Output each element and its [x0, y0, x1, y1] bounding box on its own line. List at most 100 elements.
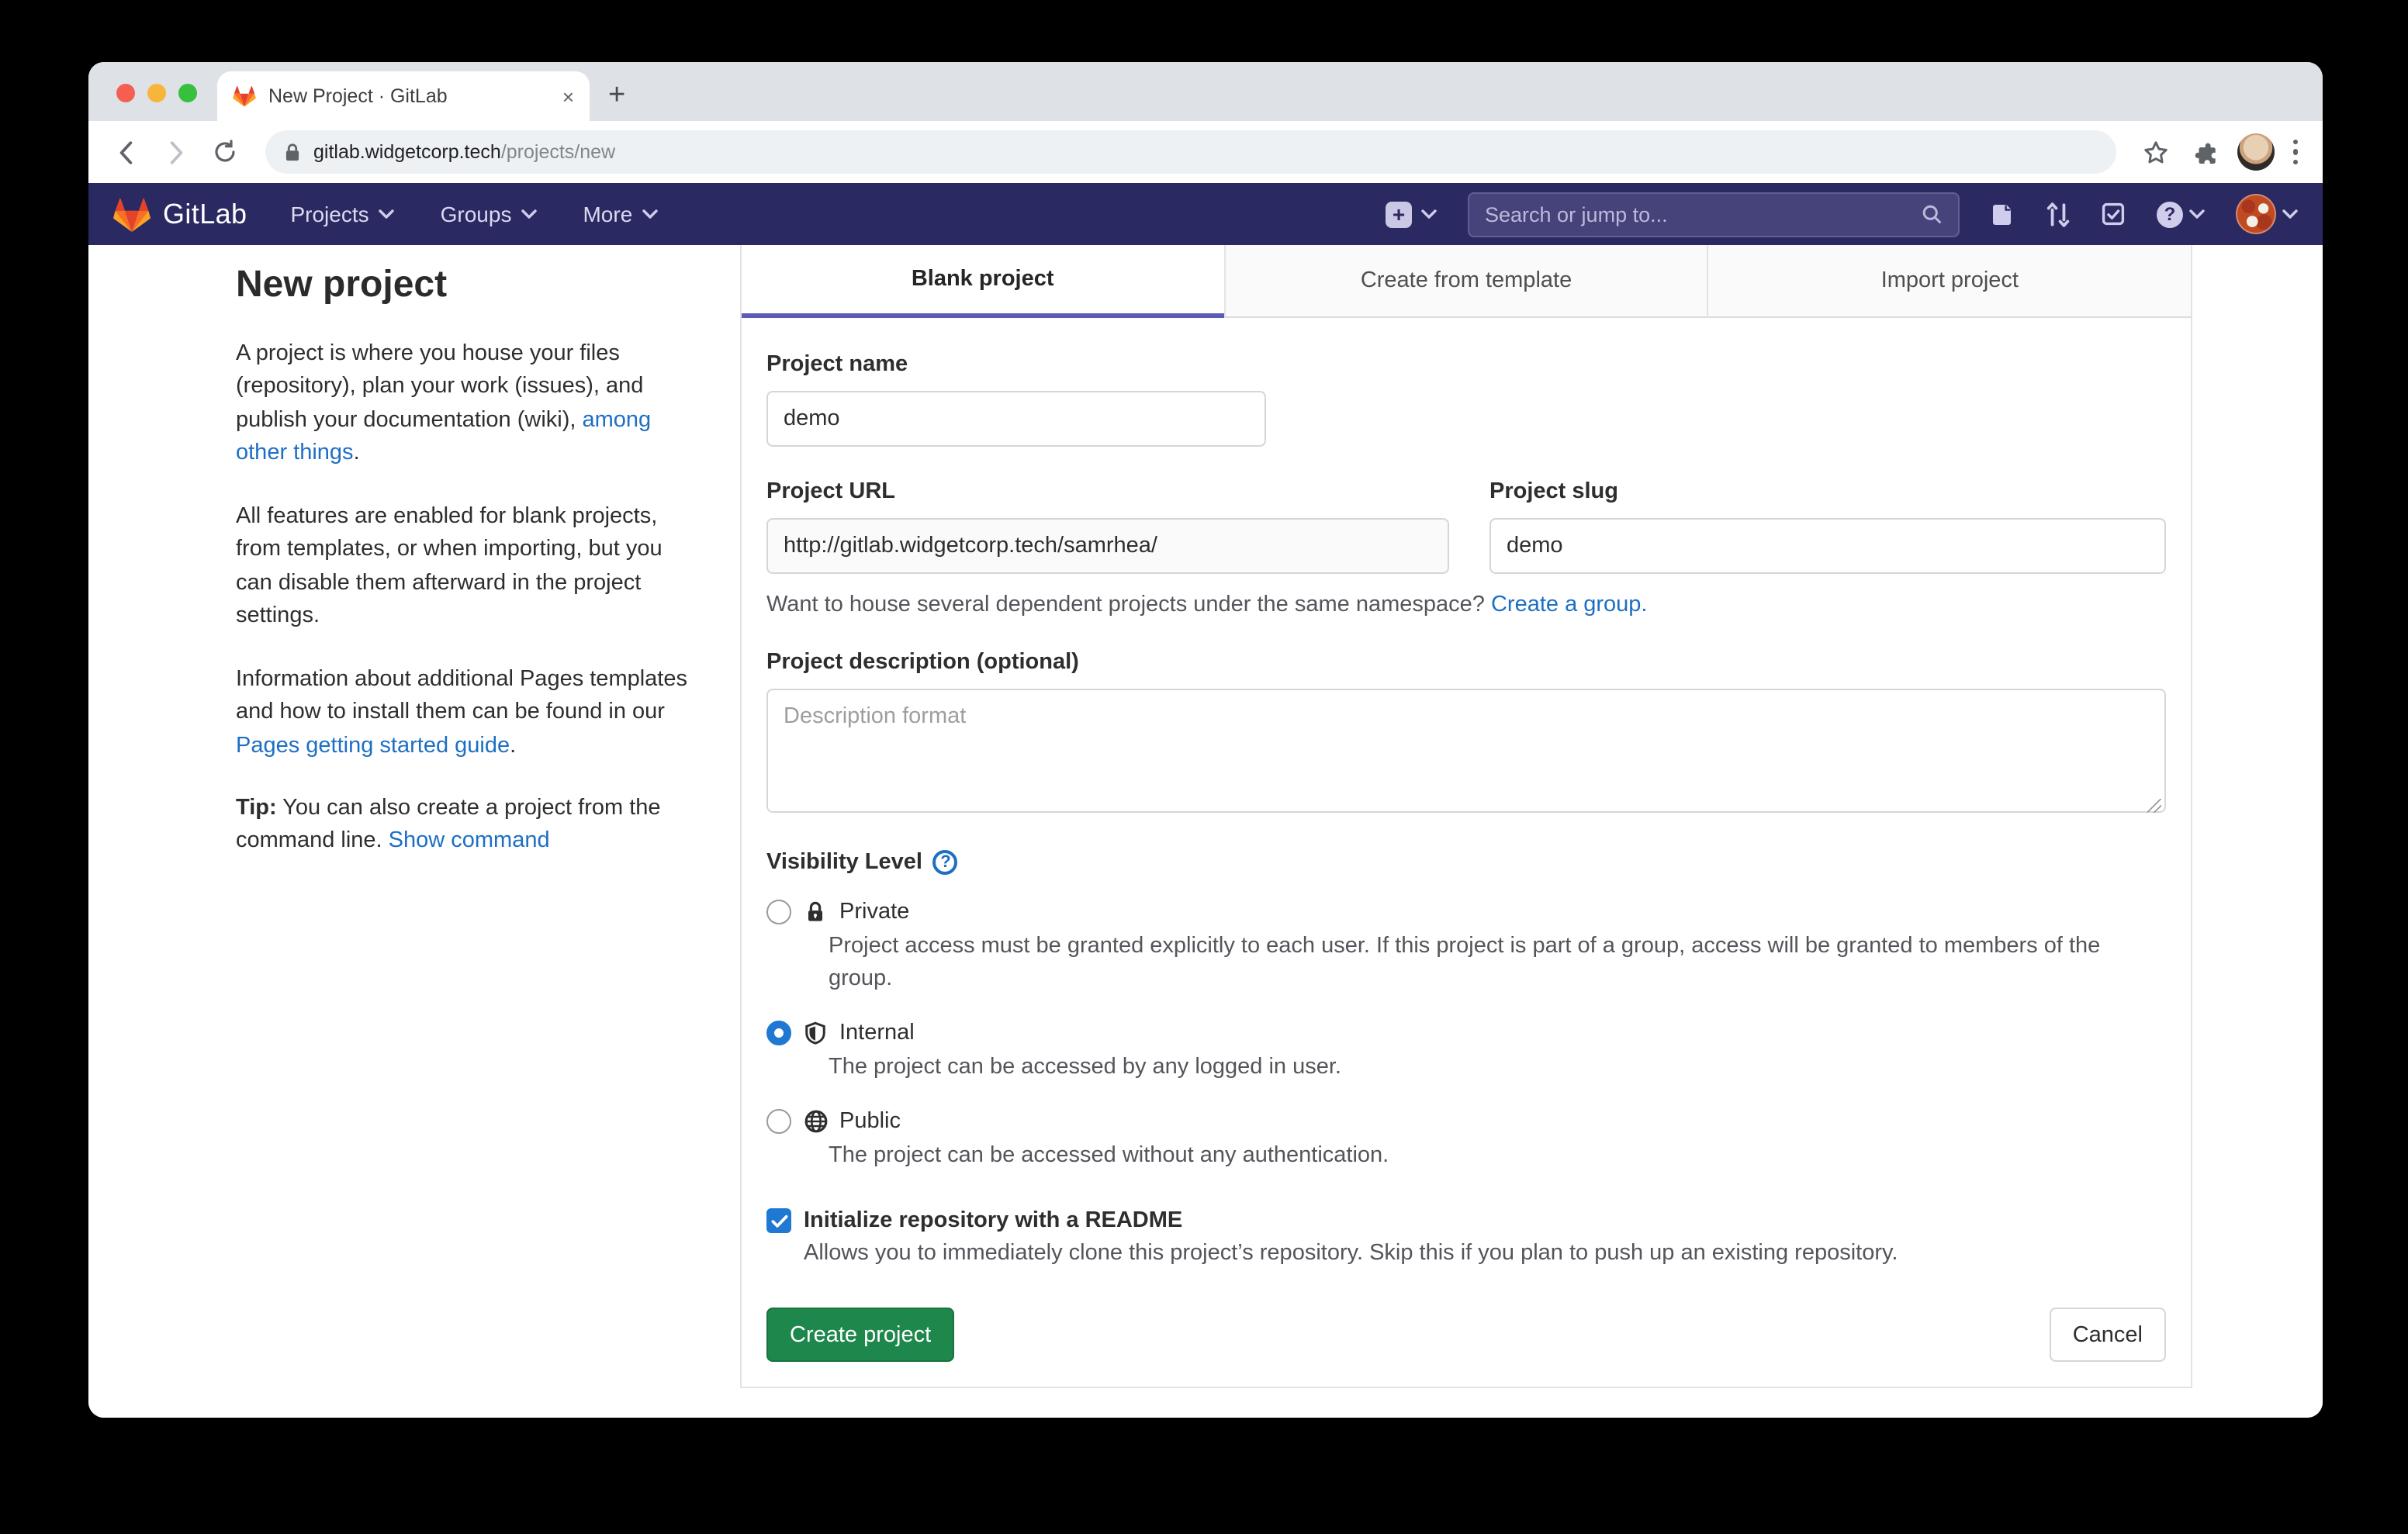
- help-icon: ?: [2157, 201, 2183, 227]
- private-description: Project access must be granted explicitl…: [829, 931, 2163, 996]
- tab-import-project[interactable]: Import project: [1707, 245, 2191, 318]
- gitlab-navbar: GitLab Projects Groups More +: [88, 183, 2323, 245]
- close-window-button[interactable]: [116, 84, 135, 102]
- gitlab-logo-icon: [113, 196, 150, 232]
- merge-requests-button[interactable]: [2046, 201, 2070, 227]
- forward-icon[interactable]: [157, 133, 194, 171]
- user-menu-button[interactable]: [2236, 194, 2298, 234]
- browser-toolbar: gitlab.widgetcorp.tech/projects/new: [88, 121, 2323, 183]
- url-host: gitlab.widgetcorp.tech: [313, 141, 501, 163]
- visibility-option-internal: Internal The project can be accessed by …: [766, 1019, 2166, 1084]
- issues-button[interactable]: [1991, 201, 2015, 227]
- search-input[interactable]: Search or jump to...: [1468, 192, 1960, 237]
- project-type-tabs: Blank project Create from template Impor…: [742, 245, 2191, 318]
- create-group-link[interactable]: Create a group.: [1491, 593, 1648, 617]
- private-label[interactable]: Private: [839, 899, 909, 924]
- minimize-window-button[interactable]: [147, 84, 166, 102]
- internal-label[interactable]: Internal: [839, 1020, 915, 1045]
- tab-blank-project[interactable]: Blank project: [742, 245, 1223, 318]
- brand-name: GitLab: [163, 198, 247, 230]
- visibility-option-private: Private Project access must be granted e…: [766, 898, 2166, 996]
- refresh-icon[interactable]: [206, 133, 244, 171]
- issues-icon: [1991, 201, 2015, 227]
- chevron-down-icon: [2282, 209, 2298, 219]
- internal-radio[interactable]: [766, 1020, 791, 1045]
- menu-groups[interactable]: Groups: [441, 202, 537, 226]
- tab-title: New Project · GitLab: [268, 85, 550, 107]
- traffic-lights: [116, 84, 197, 102]
- visibility-option-public: Public The project can be accessed witho…: [766, 1107, 2166, 1173]
- gitlab-brand[interactable]: GitLab: [113, 196, 247, 232]
- show-command-link[interactable]: Show command: [389, 829, 550, 854]
- visibility-level-label: Visibility Level: [766, 850, 922, 875]
- project-url-input[interactable]: [766, 518, 1449, 574]
- public-description: The project can be accessed without any …: [829, 1140, 2163, 1173]
- readme-description: Allows you to immediately clone this pro…: [804, 1241, 2166, 1266]
- todo-check-icon: [2101, 202, 2126, 226]
- readme-label[interactable]: Initialize repository with a README: [804, 1208, 1182, 1233]
- plus-icon: +: [1386, 201, 1412, 227]
- new-menu-button[interactable]: +: [1386, 201, 1437, 227]
- new-tab-button[interactable]: +: [608, 81, 625, 110]
- lock-icon: [284, 142, 301, 162]
- search-icon: [1921, 203, 1943, 225]
- project-slug-label: Project slug: [1489, 479, 2166, 504]
- chevron-down-icon: [2189, 209, 2205, 219]
- bookmark-star-icon[interactable]: [2137, 133, 2174, 171]
- chevron-down-icon: [379, 209, 394, 219]
- project-url-label: Project URL: [766, 479, 1449, 504]
- readme-checkbox[interactable]: [766, 1208, 791, 1233]
- project-slug-input[interactable]: [1489, 518, 2166, 574]
- project-name-input[interactable]: [766, 391, 1266, 447]
- page-content: New project A project is where you house…: [88, 245, 2323, 1418]
- menu-more[interactable]: More: [583, 202, 657, 226]
- sidebar-paragraph: A project is where you house your files …: [236, 338, 689, 472]
- browser-menu-icon[interactable]: [2286, 140, 2304, 165]
- tab-create-from-template[interactable]: Create from template: [1223, 245, 1707, 318]
- chevron-down-icon: [521, 209, 536, 219]
- menu-projects[interactable]: Projects: [290, 202, 393, 226]
- browser-window: New Project · GitLab × + gitlab.widgetc: [88, 62, 2323, 1418]
- chevron-down-icon: [1421, 209, 1437, 219]
- url-path: /projects/new: [501, 141, 615, 163]
- zoom-window-button[interactable]: [178, 84, 197, 102]
- internal-description: The project can be accessed by any logge…: [829, 1052, 2163, 1084]
- back-icon[interactable]: [107, 133, 144, 171]
- sidebar-paragraph: All features are enabled for blank proje…: [236, 501, 689, 634]
- private-radio[interactable]: [766, 899, 791, 924]
- page-title: New project: [236, 264, 689, 307]
- create-project-button[interactable]: Create project: [766, 1308, 954, 1362]
- public-radio[interactable]: [766, 1108, 791, 1133]
- blank-project-form: Project name Project URL Project slug Wa…: [742, 318, 2191, 1387]
- sidebar-help-text: New project A project is where you house…: [236, 264, 689, 889]
- user-avatar: [2236, 194, 2276, 234]
- chevron-down-icon: [642, 209, 657, 219]
- project-description-input[interactable]: [766, 689, 2166, 813]
- sidebar-tip: Tip: You can also create a project from …: [236, 793, 689, 859]
- todos-button[interactable]: [2101, 202, 2126, 226]
- browser-profile-avatar[interactable]: [2237, 133, 2274, 171]
- search-placeholder: Search or jump to...: [1485, 202, 1921, 226]
- navbar-menu: Projects Groups More: [290, 202, 657, 226]
- url-bar[interactable]: gitlab.widgetcorp.tech/projects/new: [265, 130, 2116, 174]
- public-label[interactable]: Public: [839, 1108, 901, 1133]
- extensions-puzzle-icon[interactable]: [2187, 133, 2224, 171]
- pages-guide-link[interactable]: Pages getting started guide: [236, 733, 510, 758]
- browser-tab[interactable]: New Project · GitLab ×: [217, 71, 590, 121]
- namespace-hint: Want to house several dependent projects…: [766, 593, 2166, 617]
- visibility-help-icon[interactable]: ?: [933, 850, 958, 875]
- gitlab-favicon-icon: [233, 85, 256, 107]
- project-name-label: Project name: [766, 352, 2166, 377]
- browser-tab-strip: New Project · GitLab × +: [88, 62, 2323, 121]
- help-menu-button[interactable]: ?: [2157, 201, 2205, 227]
- readme-section: Initialize repository with a README Allo…: [766, 1208, 2166, 1266]
- globe-icon: [802, 1107, 829, 1134]
- cancel-button[interactable]: Cancel: [2050, 1308, 2166, 1362]
- project-description-label: Project description (optional): [766, 650, 2166, 675]
- merge-request-icon: [2046, 201, 2070, 227]
- sidebar-paragraph: Information about additional Pages templ…: [236, 663, 689, 763]
- new-project-panel: Blank project Create from template Impor…: [740, 245, 2192, 1388]
- shield-icon: [802, 1019, 829, 1045]
- check-icon: [770, 1214, 787, 1228]
- tab-close-icon[interactable]: ×: [562, 86, 574, 106]
